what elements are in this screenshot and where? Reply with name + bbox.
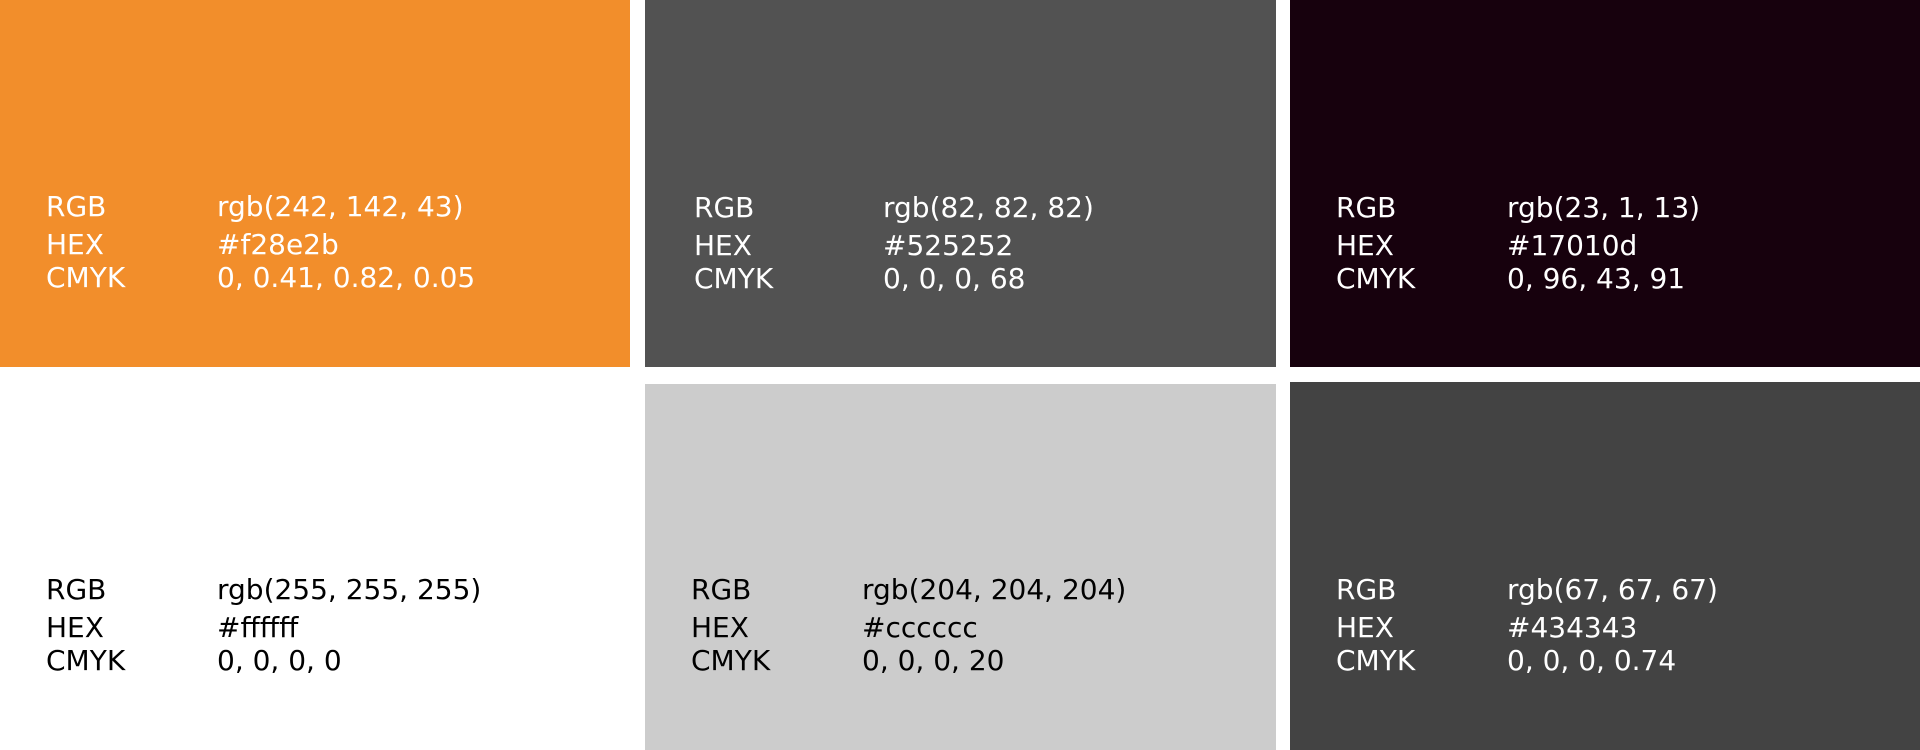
cmyk-label: CMYK <box>1336 262 1416 295</box>
color-swatch-gray: RGB rgb(82, 82, 82) HEX #525252 CMYK 0, … <box>645 0 1276 367</box>
hex-label: HEX <box>1336 611 1394 644</box>
rgb-label: RGB <box>46 190 107 223</box>
hex-label: HEX <box>691 611 749 644</box>
hex-label: HEX <box>1336 229 1394 262</box>
cmyk-label: CMYK <box>1336 644 1416 677</box>
hex-value: #ffffff <box>217 611 299 644</box>
rgb-label: RGB <box>46 573 107 606</box>
rgb-label: RGB <box>1336 191 1397 224</box>
rgb-value: rgb(67, 67, 67) <box>1507 573 1718 606</box>
rgb-value: rgb(242, 142, 43) <box>217 190 464 223</box>
cmyk-value: 0, 0, 0, 0.74 <box>1507 644 1677 677</box>
hex-value: #cccccc <box>862 611 978 644</box>
hex-label: HEX <box>46 228 104 261</box>
hex-value: #f28e2b <box>217 228 339 261</box>
rgb-value: rgb(23, 1, 13) <box>1507 191 1701 224</box>
rgb-value: rgb(82, 82, 82) <box>883 191 1094 224</box>
cmyk-label: CMYK <box>691 644 771 677</box>
color-swatch-light-gray: RGB rgb(204, 204, 204) HEX #cccccc CMYK … <box>645 384 1276 750</box>
rgb-label: RGB <box>691 573 752 606</box>
cmyk-value: 0, 0.41, 0.82, 0.05 <box>217 261 476 294</box>
rgb-label: RGB <box>1336 573 1397 606</box>
cmyk-label: CMYK <box>694 262 774 295</box>
cmyk-label: CMYK <box>46 261 126 294</box>
hex-label: HEX <box>46 611 104 644</box>
hex-value: #434343 <box>1507 611 1638 644</box>
cmyk-value: 0, 0, 0, 68 <box>883 262 1026 295</box>
rgb-label: RGB <box>694 191 755 224</box>
cmyk-value: 0, 0, 0, 0 <box>217 644 342 677</box>
hex-value: #525252 <box>883 229 1014 262</box>
color-swatch-orange: RGB rgb(242, 142, 43) HEX #f28e2b CMYK 0… <box>0 0 630 367</box>
cmyk-label: CMYK <box>46 644 126 677</box>
color-swatch-white: RGB rgb(255, 255, 255) HEX #ffffff CMYK … <box>0 382 630 750</box>
hex-label: HEX <box>694 229 752 262</box>
rgb-value: rgb(255, 255, 255) <box>217 573 482 606</box>
cmyk-value: 0, 0, 0, 20 <box>862 644 1005 677</box>
cmyk-value: 0, 96, 43, 91 <box>1507 262 1686 295</box>
color-swatch-charcoal: RGB rgb(67, 67, 67) HEX #434343 CMYK 0, … <box>1290 382 1920 750</box>
color-swatch-dark-maroon: RGB rgb(23, 1, 13) HEX #17010d CMYK 0, 9… <box>1290 0 1920 367</box>
hex-value: #17010d <box>1507 229 1638 262</box>
rgb-value: rgb(204, 204, 204) <box>862 573 1127 606</box>
